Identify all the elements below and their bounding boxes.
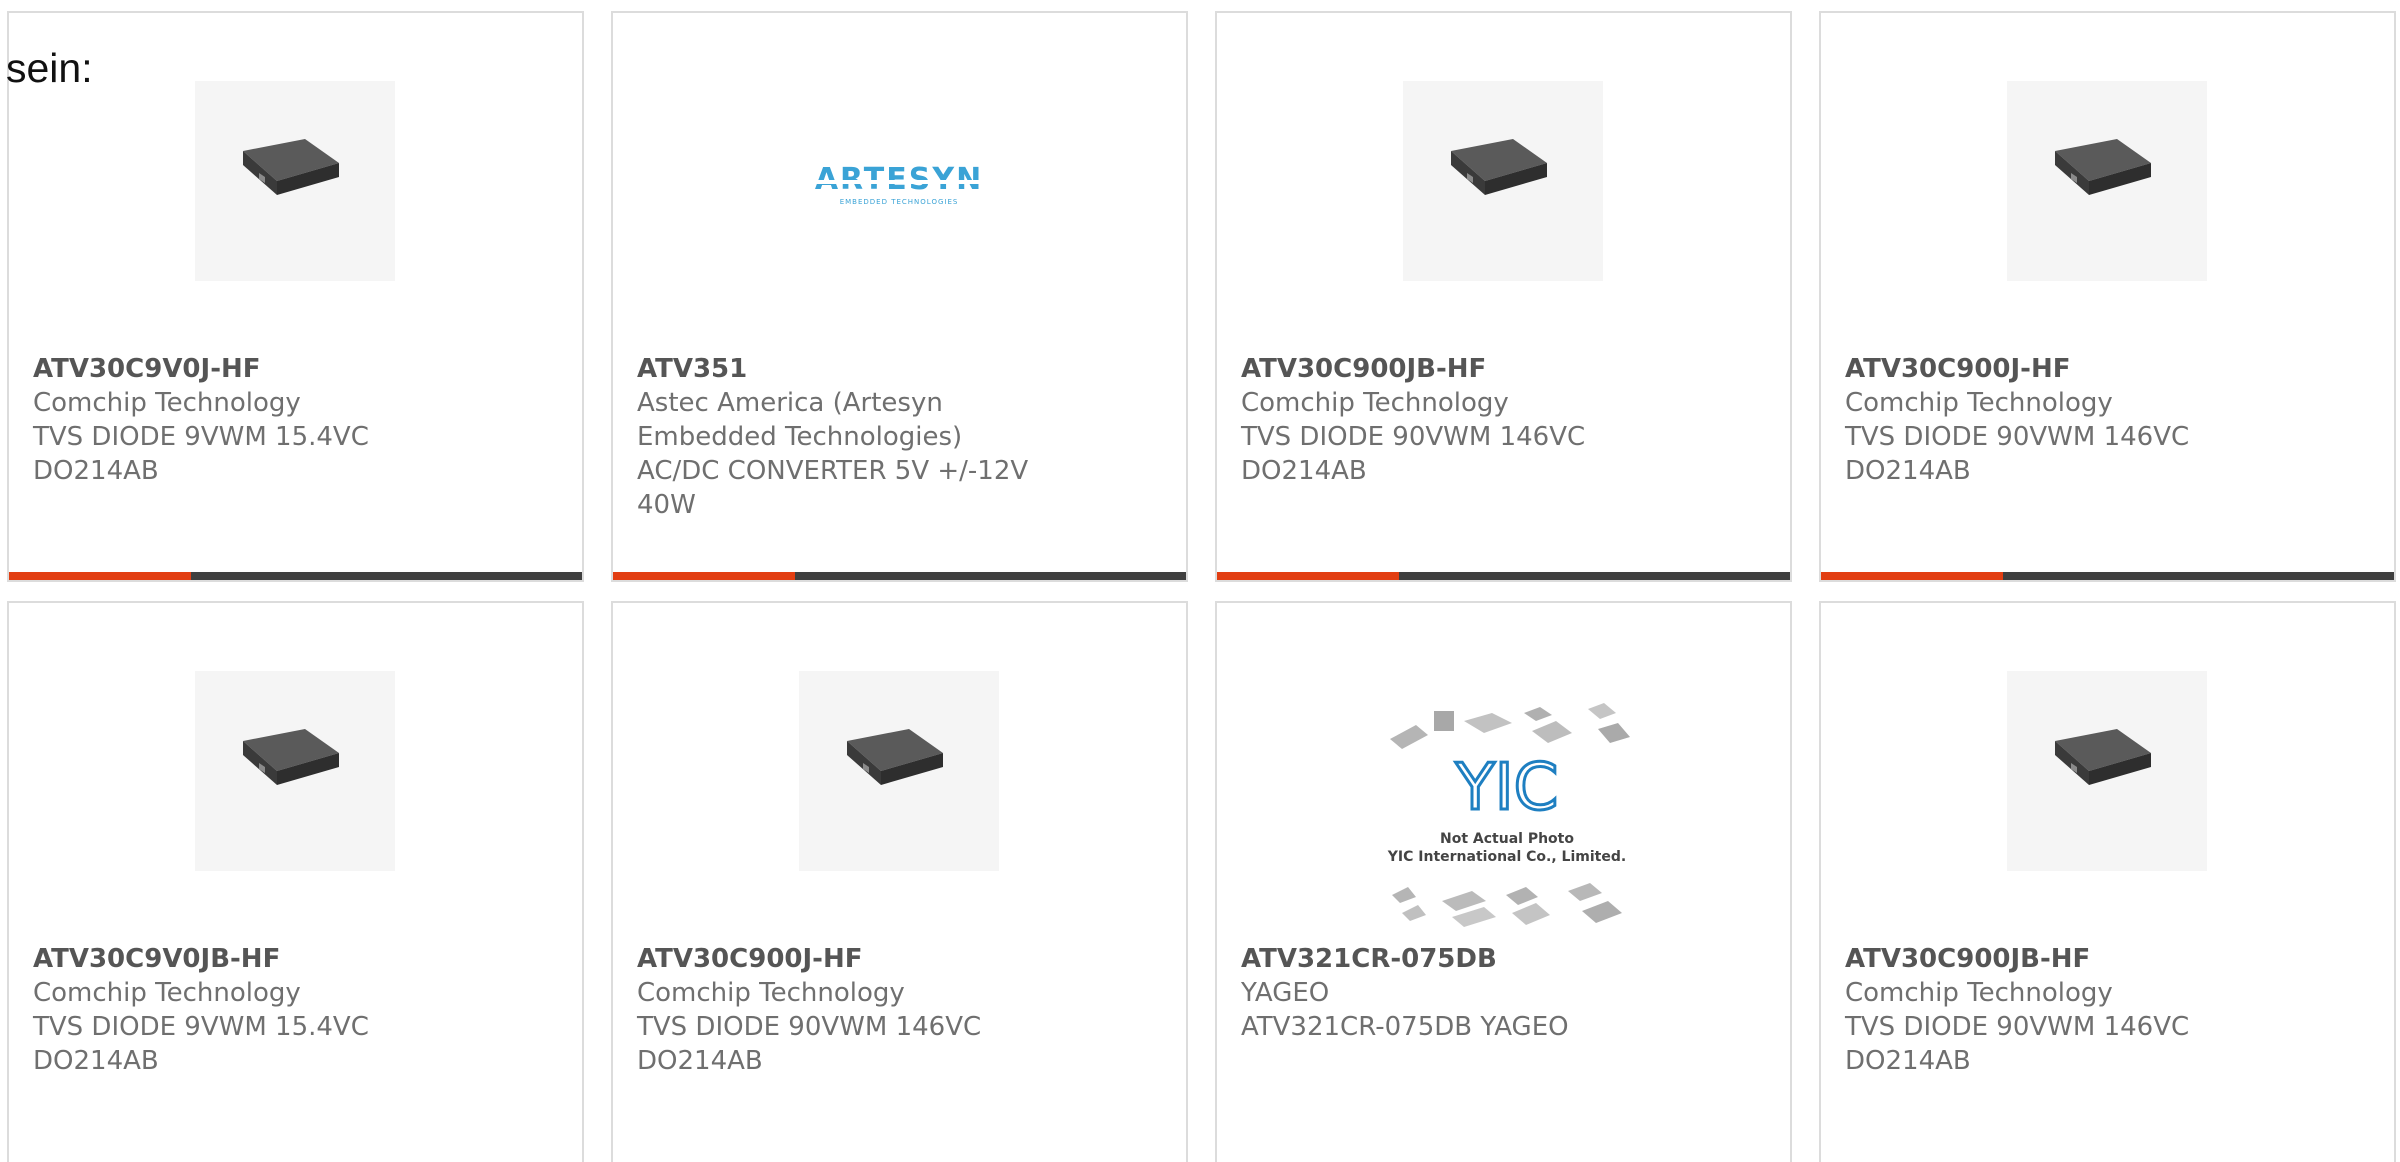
- description-line: DO214AB: [33, 456, 159, 486]
- card-accent-bar: [9, 572, 191, 580]
- placeholder-line1: Not Actual Photo: [1440, 831, 1574, 847]
- description-line: DO214AB: [1845, 456, 1971, 486]
- manufacturer: Comchip Technology: [1845, 978, 2113, 1008]
- product-card[interactable]: ATV30C900J-HF Comchip Technology TVS DIO…: [611, 601, 1188, 1162]
- part-number-link[interactable]: ATV351: [637, 352, 1057, 386]
- product-image[interactable]: [799, 671, 999, 871]
- card-bottom-bar: [9, 572, 582, 580]
- part-number-link[interactable]: ATV30C9V0JB-HF: [33, 942, 453, 976]
- part-number-link[interactable]: ATV321CR-075DB: [1241, 942, 1661, 976]
- intro-text: sein:: [6, 45, 93, 91]
- smd-diode-icon: [2055, 139, 2151, 195]
- placeholder-line2: YIC International Co., Limited.: [1387, 849, 1626, 865]
- smd-diode-icon: [2055, 729, 2151, 785]
- smd-diode-icon: [847, 729, 943, 785]
- card-bottom-bar: [1821, 572, 2394, 580]
- description-line: TVS DIODE 90VWM 146VC: [1845, 422, 2190, 452]
- yic-placeholder-image[interactable]: YIC Not Actual Photo YIC International C…: [1372, 691, 1642, 931]
- description-line: DO214AB: [33, 1046, 159, 1076]
- yic-placeholder-icon: YIC Not Actual Photo YIC International C…: [1387, 703, 1630, 927]
- manufacturer: Comchip Technology: [33, 388, 301, 418]
- part-number-link[interactable]: ATV30C900JB-HF: [1241, 352, 1661, 386]
- manufacturer: Comchip Technology: [33, 978, 301, 1008]
- product-image[interactable]: [195, 81, 395, 281]
- description-line: TVS DIODE 90VWM 146VC: [637, 1012, 982, 1042]
- product-info: ATV30C9V0JB-HF Comchip Technology TVS DI…: [33, 942, 453, 1078]
- product-image[interactable]: [1403, 81, 1603, 281]
- svg-text:YIC: YIC: [1455, 751, 1559, 825]
- artesyn-logo-icon: ARTESYN EMBEDDED TECHNOLOGIES: [807, 162, 993, 206]
- product-info: ATV351 Astec America (Artesyn Embedded T…: [637, 352, 1057, 522]
- product-card[interactable]: ATV30C900J-HF Comchip Technology TVS DIO…: [1819, 11, 2396, 582]
- card-accent-bar: [1217, 572, 1399, 580]
- part-number-link[interactable]: ATV30C9V0J-HF: [33, 352, 453, 386]
- manufacturer: Comchip Technology: [1241, 388, 1509, 418]
- part-number-link[interactable]: ATV30C900J-HF: [637, 942, 1057, 976]
- product-info: ATV30C900J-HF Comchip Technology TVS DIO…: [637, 942, 1057, 1078]
- part-number-link[interactable]: ATV30C900JB-HF: [1845, 942, 2265, 976]
- smd-diode-icon: [243, 729, 339, 785]
- description-line: Embedded Technologies): [637, 422, 963, 452]
- product-image[interactable]: [195, 671, 395, 871]
- manufacturer: Comchip Technology: [1845, 388, 2113, 418]
- product-card[interactable]: ATV30C9V0JB-HF Comchip Technology TVS DI…: [7, 601, 584, 1162]
- product-image[interactable]: [2007, 671, 2207, 871]
- manufacturer: Comchip Technology: [637, 978, 905, 1008]
- product-card[interactable]: YIC Not Actual Photo YIC International C…: [1215, 601, 1792, 1162]
- description-line: 40W: [637, 490, 696, 520]
- manufacturer: YAGEO: [1241, 978, 1330, 1008]
- product-info: ATV321CR-075DB YAGEO ATV321CR-075DB YAGE…: [1241, 942, 1661, 1044]
- card-accent-bar: [613, 572, 795, 580]
- part-number-link[interactable]: ATV30C900J-HF: [1845, 352, 2265, 386]
- card-bottom-bar: [1217, 572, 1790, 580]
- description-line: DO214AB: [1845, 1046, 1971, 1076]
- product-card[interactable]: ATV30C9V0J-HF Comchip Technology TVS DIO…: [7, 11, 584, 582]
- description-line: ATV321CR-075DB YAGEO: [1241, 1012, 1569, 1042]
- product-info: ATV30C9V0J-HF Comchip Technology TVS DIO…: [33, 352, 453, 488]
- description-line: TVS DIODE 9VWM 15.4VC: [33, 422, 369, 452]
- product-card[interactable]: ATV30C900JB-HF Comchip Technology TVS DI…: [1819, 601, 2396, 1162]
- description-line: DO214AB: [1241, 456, 1367, 486]
- smd-diode-icon: [243, 139, 339, 195]
- product-grid-page: sein: ATV30C9V0J-HF Comchip Technology T…: [0, 0, 2400, 1162]
- description-line: DO214AB: [637, 1046, 763, 1076]
- smd-diode-icon: [1451, 139, 1547, 195]
- logo-subtext: EMBEDDED TECHNOLOGIES: [840, 198, 959, 206]
- product-info: ATV30C900JB-HF Comchip Technology TVS DI…: [1241, 352, 1661, 488]
- description-line: TVS DIODE 90VWM 146VC: [1241, 422, 1586, 452]
- manufacturer: Astec America (Artesyn: [637, 388, 943, 418]
- logo-text: ARTESYN: [815, 162, 983, 197]
- description-line: TVS DIODE 90VWM 146VC: [1845, 1012, 2190, 1042]
- product-info: ATV30C900J-HF Comchip Technology TVS DIO…: [1845, 352, 2265, 488]
- product-card[interactable]: ARTESYN EMBEDDED TECHNOLOGIES ATV351 Ast…: [611, 11, 1188, 582]
- artesyn-logo[interactable]: ARTESYN EMBEDDED TECHNOLOGIES: [799, 81, 999, 281]
- product-image[interactable]: [2007, 81, 2207, 281]
- card-accent-bar: [1821, 572, 2003, 580]
- product-info: ATV30C900JB-HF Comchip Technology TVS DI…: [1845, 942, 2265, 1078]
- description-line: AC/DC CONVERTER 5V +/-12V: [637, 456, 1029, 486]
- card-bottom-bar: [613, 572, 1186, 580]
- description-line: TVS DIODE 9VWM 15.4VC: [33, 1012, 369, 1042]
- product-card[interactable]: ATV30C900JB-HF Comchip Technology TVS DI…: [1215, 11, 1792, 582]
